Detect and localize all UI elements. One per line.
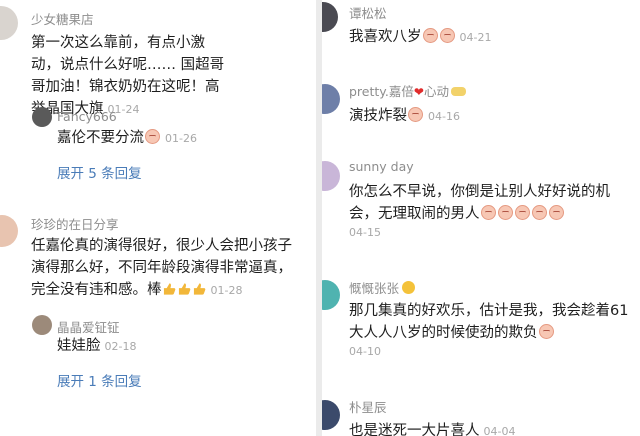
- comment-item[interactable]: sunny day 你怎么不早说，你倒是让别人好好说的机会，无理取闹的男人 04…: [322, 157, 640, 247]
- comment-username[interactable]: sunny day: [349, 159, 414, 174]
- comment-item[interactable]: 珍珍的在日分享 任嘉伦真的演得很好，很少人会把小孩子演得那么好，不同年龄段演得非…: [0, 205, 316, 436]
- laughing-emoji: [497, 205, 513, 220]
- expand-replies-link[interactable]: 展开 1 条回复: [57, 370, 142, 390]
- reply-date: 01-26: [165, 132, 197, 145]
- comment-item[interactable]: pretty.嘉倍❤心动 演技炸裂 04-16: [322, 78, 640, 138]
- reply-username[interactable]: 晶晶爱钲钲: [57, 317, 120, 336]
- comment-username[interactable]: 少女糖果店: [31, 9, 94, 28]
- user-avatar[interactable]: [0, 6, 18, 40]
- thumbs-up-emoji: [163, 283, 175, 295]
- comment-text: 你怎么不早说，你倒是让别人好好说的机会，无理取闹的男人 04-15: [349, 181, 634, 241]
- comment-username[interactable]: 慨慨张张: [349, 278, 416, 297]
- laughing-emoji: [422, 28, 438, 43]
- laughing-emoji: [538, 324, 554, 339]
- reply-user-avatar[interactable]: [32, 315, 52, 335]
- level-badge: [450, 87, 466, 96]
- comment-text: 我喜欢八岁 04-21: [349, 28, 492, 45]
- comment-item[interactable]: 慨慨张张 那几集真的好欢乐，估计是我，我会趁着61大人人八岁的时候使劲的欺负 0…: [322, 276, 640, 366]
- comment-username[interactable]: 朴星辰: [349, 397, 387, 416]
- comment-text: 那几集真的好欢乐，估计是我，我会趁着61大人人八岁的时候使劲的欺负 04-10: [349, 300, 634, 360]
- comment-date: 04-15: [349, 226, 381, 239]
- right-comment-panel: 谭松松 我喜欢八岁 04-21 pretty.嘉倍❤心动 演技炸裂 04-16 su…: [322, 0, 640, 436]
- comment-date: 04-04: [483, 425, 516, 436]
- heart-emoji: ❤: [413, 85, 424, 99]
- reply-date: 02-18: [104, 340, 137, 353]
- laughing-emoji: [531, 205, 547, 220]
- user-avatar[interactable]: [322, 280, 340, 310]
- comment-username[interactable]: 珍珍的在日分享: [31, 214, 119, 233]
- laughing-emoji: [439, 28, 455, 43]
- user-avatar[interactable]: [322, 2, 338, 32]
- user-avatar[interactable]: [322, 84, 340, 114]
- comment-text: 第一次这么靠前，有点小激动，说点什么好呢…… 国超哥哥加油！锦衣奶奶在这呢！高举…: [31, 35, 225, 117]
- user-avatar[interactable]: [322, 400, 340, 430]
- thumbs-up-emoji: [193, 283, 205, 295]
- laughing-emoji: [548, 205, 564, 220]
- comment-date: 04-16: [428, 110, 460, 123]
- comment-text: 任嘉伦真的演得很好，很少人会把小孩子演得那么好，不同年龄段演得非常逼真，完全没有…: [31, 238, 292, 298]
- comment-username[interactable]: 谭松松: [349, 3, 387, 22]
- user-avatar[interactable]: [0, 215, 18, 247]
- laughing-emoji: [408, 107, 423, 122]
- reply-text: 嘉伦不要分流 01-26: [57, 129, 197, 146]
- thumbs-up-emoji: [178, 283, 190, 295]
- left-comment-panel: 少女糖果店 第一次这么靠前，有点小激动，说点什么好呢…… 国超哥哥加油！锦衣奶奶…: [0, 0, 316, 436]
- laughing-emoji: [480, 205, 496, 220]
- comment-date: 04-21: [459, 31, 492, 44]
- comment-date: 04-10: [349, 345, 381, 358]
- reply-user-avatar[interactable]: [32, 107, 52, 127]
- user-avatar[interactable]: [322, 161, 340, 191]
- expand-replies-link[interactable]: 展开 5 条回复: [57, 162, 142, 182]
- comment-text: 也是迷死一大片喜人 04-04: [349, 423, 516, 436]
- laughing-emoji: [514, 205, 530, 220]
- comment-text: 演技炸裂 04-16: [349, 107, 460, 124]
- comment-date: 01-28: [210, 284, 243, 297]
- sun-emoji: [402, 281, 416, 294]
- reply-username[interactable]: Fancy666: [57, 109, 117, 124]
- laughing-emoji: [145, 129, 160, 144]
- comment-item[interactable]: 谭松松 我喜欢八岁 04-21: [322, 0, 640, 60]
- comment-item[interactable]: 朴星辰 也是迷死一大片喜人 04-04: [322, 394, 640, 436]
- comment-username[interactable]: pretty.嘉倍❤心动: [349, 81, 466, 100]
- comment-item[interactable]: 少女糖果店 第一次这么靠前，有点小激动，说点什么好呢…… 国超哥哥加油！锦衣奶奶…: [0, 0, 316, 200]
- reply-text: 娃娃脸 02-18: [57, 338, 137, 354]
